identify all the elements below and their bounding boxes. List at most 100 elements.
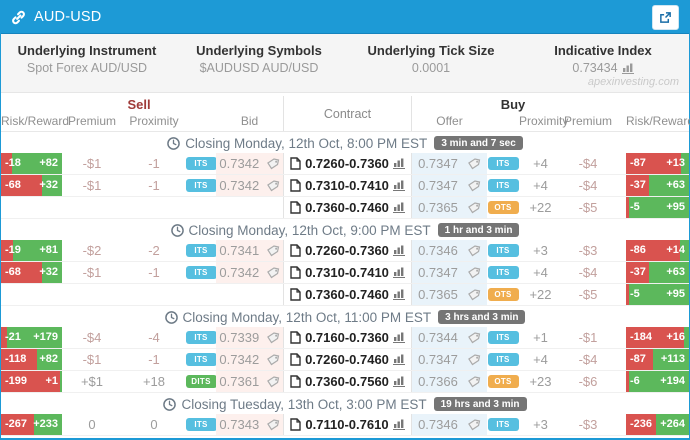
col-risk-reward-sell: Risk/Reward (1, 113, 62, 131)
tag-icon[interactable] (266, 266, 280, 279)
bar-chart-icon[interactable] (393, 376, 405, 387)
tag-icon[interactable] (266, 331, 280, 344)
contract-cell[interactable]: 0.7310-0.7410 (283, 175, 412, 196)
aud-usd-widget: AUD-USD Underlying Instrument Spot Forex… (0, 0, 690, 440)
contract-cell[interactable]: 0.7110-0.7610 (283, 414, 412, 435)
offer-cell[interactable]: 0.7347 (412, 349, 487, 370)
bar-chart-icon[interactable] (393, 332, 405, 343)
tag-icon[interactable] (467, 244, 481, 257)
bar-chart-icon[interactable] (393, 245, 405, 256)
bid-cell[interactable]: 0.7342 (216, 349, 283, 370)
contract-cell[interactable]: 0.7310-0.7410 (283, 262, 412, 283)
countdown-badge: 1 hr and 3 min (438, 223, 520, 237)
offer-cell[interactable]: 0.7366 (412, 371, 487, 392)
bar-chart-icon[interactable] (393, 180, 405, 191)
contract-cell[interactable]: 0.7360-0.7460 (283, 197, 412, 218)
tag-icon[interactable] (467, 179, 481, 192)
tag-icon[interactable] (266, 353, 280, 366)
offer-cell[interactable]: 0.7344 (412, 327, 487, 348)
offer-cell[interactable]: 0.7365 (412, 284, 487, 305)
risk-reward-sell-bar: -267+233 (1, 414, 62, 435)
bid-cell[interactable]: 0.7342 (216, 262, 283, 283)
section-header: Closing Monday, 12th Oct, 8:00 PM EST 3 … (1, 133, 689, 153)
contract-cell[interactable]: 0.7260-0.7360 (283, 153, 412, 174)
section-header: Closing Monday, 12th Oct, 9:00 PM EST 1 … (1, 220, 689, 240)
page-title: AUD-USD (34, 9, 101, 25)
offer-cell[interactable]: 0.7346 (412, 414, 487, 435)
tag-icon[interactable] (266, 244, 280, 257)
offer-cell[interactable]: 0.7365 (412, 197, 487, 218)
bid-cell[interactable] (216, 197, 283, 218)
bar-chart-icon[interactable] (393, 354, 405, 365)
risk-reward-sell-bar: -18+82 (1, 153, 62, 174)
buy-proximity-value: +1 (519, 327, 562, 348)
sell-proximity-value (122, 284, 186, 305)
offer-value: 0.7347 (418, 265, 458, 280)
sell-premium-value (62, 284, 122, 305)
risk-reward-sell-bar: -19+81 (1, 240, 62, 261)
popout-button[interactable] (652, 5, 679, 30)
bid-cell[interactable]: 0.7361 (216, 371, 283, 392)
buy-status-badge: OTS (488, 201, 519, 214)
buy-premium-value: -$3 (562, 240, 614, 261)
sell-status-cell: ITS (186, 175, 216, 196)
bid-cell[interactable] (216, 284, 283, 305)
tag-icon[interactable] (467, 331, 481, 344)
contract-cell[interactable]: 0.7260-0.7360 (283, 240, 412, 261)
offer-cell[interactable]: 0.7346 (412, 240, 487, 261)
tag-icon[interactable] (467, 418, 481, 431)
offer-cell[interactable]: 0.7347 (412, 175, 487, 196)
tag-icon[interactable] (467, 201, 481, 214)
contract-cell[interactable]: 0.7160-0.7360 (283, 327, 412, 348)
bar-chart-icon[interactable] (393, 419, 405, 430)
sell-premium-value (62, 197, 122, 218)
tag-icon[interactable] (266, 418, 280, 431)
contract-range: 0.7360-0.7460 (305, 287, 389, 302)
title-bar: AUD-USD (1, 1, 689, 34)
risk-reward-sell-bar: -68+32 (1, 175, 62, 196)
closing-label: Closing Monday, 12th Oct, 8:00 PM EST (167, 136, 427, 151)
info-value: $AUDUSD AUD/USD (173, 61, 345, 75)
closing-label: Closing Monday, 12th Oct, 11:00 PM EST (165, 310, 432, 325)
bar-chart-icon[interactable] (393, 289, 405, 300)
buy-proximity-value: +23 (519, 371, 562, 392)
tag-icon[interactable] (467, 288, 481, 301)
buy-proximity-value: +3 (519, 240, 562, 261)
table-row: 0.7360-0.7460 0.7365 OTS +22 -$5 -5+95 (1, 197, 689, 219)
contract-icon (290, 353, 301, 366)
tag-icon[interactable] (266, 375, 280, 388)
bar-chart-icon[interactable] (393, 158, 405, 169)
buy-status-badge: ITS (488, 331, 519, 344)
sell-status-cell: DITS (186, 371, 216, 392)
buy-status-badge: ITS (488, 418, 519, 431)
buy-proximity-value: +4 (519, 175, 562, 196)
info-label: Underlying Symbols (173, 43, 345, 58)
bid-cell[interactable]: 0.7342 (216, 153, 283, 174)
col-premium-sell: Premium (62, 113, 122, 131)
bar-chart-icon[interactable] (622, 63, 634, 74)
contract-cell[interactable]: 0.7360-0.7460 (283, 284, 412, 305)
tag-icon[interactable] (266, 179, 280, 192)
sell-status-cell (186, 197, 216, 218)
contract-cell[interactable]: 0.7260-0.7460 (283, 349, 412, 370)
bid-cell[interactable]: 0.7341 (216, 240, 283, 261)
offer-cell[interactable]: 0.7347 (412, 153, 487, 174)
col-proximity-sell: Proximity (122, 113, 186, 131)
tag-icon[interactable] (467, 375, 481, 388)
bid-cell[interactable]: 0.7339 (216, 327, 283, 348)
buy-premium-value: -$5 (562, 197, 614, 218)
offer-cell[interactable]: 0.7347 (412, 262, 487, 283)
bid-cell[interactable]: 0.7343 (216, 414, 283, 435)
bid-cell[interactable]: 0.7342 (216, 175, 283, 196)
bar-chart-icon[interactable] (393, 267, 405, 278)
buy-status-cell: ITS (487, 175, 519, 196)
info-label: Indicative Index (517, 43, 689, 58)
tag-icon[interactable] (266, 157, 280, 170)
tag-icon[interactable] (467, 266, 481, 279)
contract-cell[interactable]: 0.7360-0.7560 (283, 371, 412, 392)
tag-icon[interactable] (467, 353, 481, 366)
sell-proximity-value: -1 (122, 262, 186, 283)
bar-chart-icon[interactable] (393, 202, 405, 213)
tag-icon[interactable] (467, 157, 481, 170)
sell-status-badge: ITS (186, 179, 217, 192)
